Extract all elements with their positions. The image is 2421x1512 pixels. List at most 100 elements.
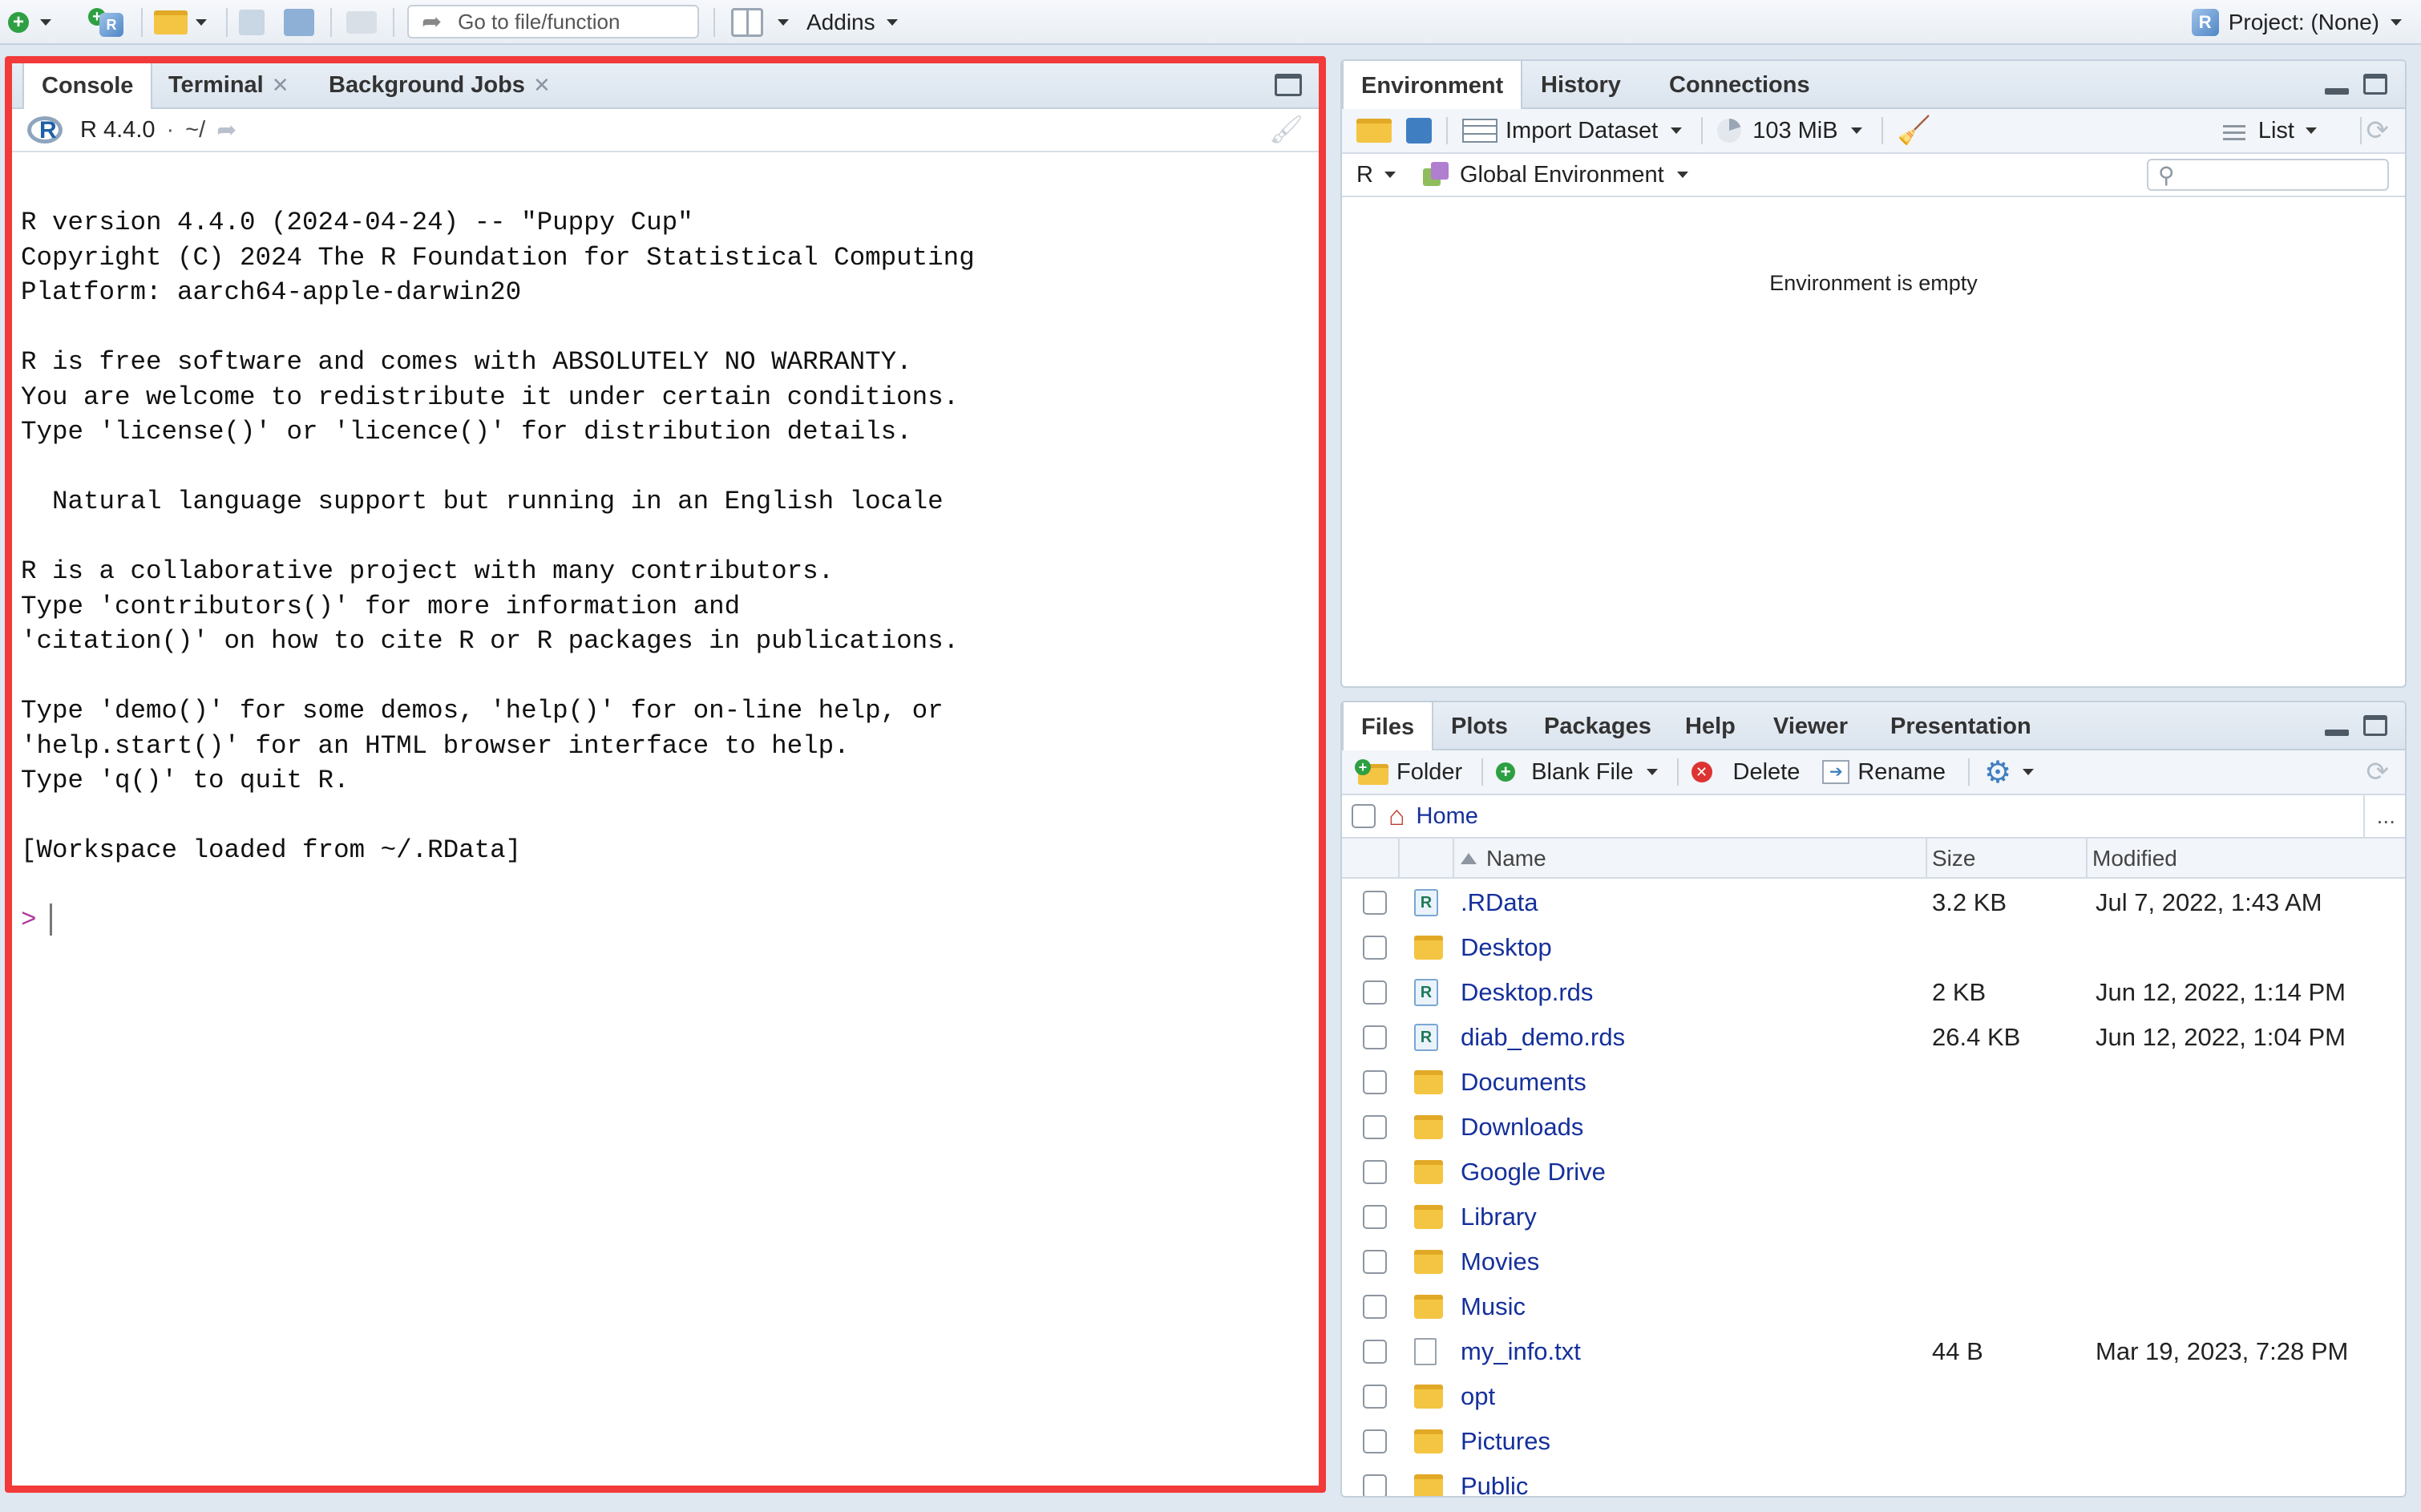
tab-help[interactable]: Help: [1667, 702, 1753, 750]
tab-label: Help: [1685, 713, 1736, 739]
file-row[interactable]: Documents: [1342, 1060, 2405, 1105]
print-button[interactable]: [346, 6, 377, 38]
scope-dropdown[interactable]: Global Environment: [1422, 162, 1688, 188]
select-all-checkbox[interactable]: [1352, 804, 1376, 828]
file-name-link[interactable]: Pictures: [1461, 1427, 1550, 1456]
tab-packages[interactable]: Packages: [1526, 702, 1669, 750]
maximize-pane-icon[interactable]: [2363, 74, 2387, 95]
tab-plots[interactable]: Plots: [1433, 702, 1526, 750]
file-row[interactable]: Google Drive: [1342, 1150, 2405, 1195]
save-button[interactable]: [239, 6, 265, 38]
file-checkbox[interactable]: [1363, 936, 1387, 960]
save-all-icon: [284, 9, 314, 36]
file-row[interactable]: Pictures: [1342, 1419, 2405, 1464]
goto-file-input[interactable]: ➦ Go to file/function: [407, 5, 699, 38]
file-name-link[interactable]: Google Drive: [1461, 1158, 1606, 1187]
new-project-button[interactable]: + R: [88, 6, 125, 38]
file-name-link[interactable]: Music: [1461, 1292, 1526, 1321]
file-checkbox[interactable]: [1363, 1295, 1387, 1319]
project-menu[interactable]: R Project: (None): [2191, 6, 2402, 38]
file-row[interactable]: Rdiab_demo.rds 26.4 KB Jun 12, 2022, 1:04 …: [1342, 1015, 2405, 1060]
new-file-button[interactable]: +: [8, 6, 51, 38]
tab-connections[interactable]: Connections: [1651, 61, 1828, 109]
file-checkbox[interactable]: [1363, 1474, 1387, 1496]
file-name-link[interactable]: Downloads: [1461, 1113, 1583, 1142]
open-folder-icon: [154, 10, 188, 34]
file-name-link[interactable]: Library: [1461, 1203, 1537, 1231]
file-row[interactable]: Movies: [1342, 1239, 2405, 1284]
tab-viewer[interactable]: Viewer: [1756, 702, 1865, 750]
column-name[interactable]: Name: [1461, 846, 1546, 871]
toolbar-separator: [1481, 758, 1484, 786]
refresh-icon[interactable]: ⟳: [2366, 756, 2390, 788]
file-row[interactable]: R .RData 3.2 KB Jul 7, 2022, 1:43 AM: [1342, 880, 2405, 925]
environment-scope-bar: R Global Environment ⚲: [1342, 154, 2405, 197]
new-folder-icon: +: [1355, 759, 1388, 785]
load-workspace-icon[interactable]: [1356, 119, 1392, 143]
rename-button[interactable]: ➔ Rename: [1822, 759, 1946, 786]
save-all-button[interactable]: [284, 6, 314, 38]
broom-icon[interactable]: 🧹: [1898, 115, 1931, 147]
file-name-link[interactable]: opt: [1461, 1382, 1495, 1411]
file-name-link[interactable]: my_info.txt: [1461, 1337, 1581, 1366]
new-project-icon: + R: [88, 8, 125, 37]
tab-presentation[interactable]: Presentation: [1873, 702, 2049, 750]
tab-label: Files: [1361, 714, 1415, 740]
file-row[interactable]: my_info.txt 44 B Mar 19, 2023, 7:28 PM: [1342, 1329, 2405, 1374]
file-checkbox[interactable]: [1363, 980, 1387, 1005]
more-dots-button[interactable]: ...: [2377, 803, 2395, 829]
file-checkbox[interactable]: [1363, 1025, 1387, 1049]
tab-environment[interactable]: Environment: [1342, 61, 1523, 111]
environment-tabbar: Environment History Connections: [1342, 61, 2405, 111]
file-name-link[interactable]: Public: [1461, 1472, 1528, 1496]
breadcrumb-home[interactable]: Home: [1417, 803, 1478, 830]
file-name-link[interactable]: Documents: [1461, 1068, 1586, 1097]
open-file-button[interactable]: [154, 6, 207, 38]
pane-layout-button[interactable]: [731, 6, 789, 38]
file-row[interactable]: Desktop: [1342, 925, 2405, 970]
tab-history[interactable]: History: [1523, 61, 1639, 109]
file-checkbox[interactable]: [1363, 1070, 1387, 1094]
file-row[interactable]: Music: [1342, 1284, 2405, 1329]
file-checkbox[interactable]: [1363, 1115, 1387, 1139]
language-dropdown[interactable]: R: [1356, 162, 1396, 188]
more-options-button[interactable]: ⚙: [1984, 754, 2035, 790]
column-modified[interactable]: Modified: [2092, 846, 2177, 871]
file-name-link[interactable]: Desktop.rds: [1461, 978, 1593, 1007]
file-name-link[interactable]: Movies: [1461, 1247, 1539, 1276]
file-name-link[interactable]: .RData: [1461, 888, 1538, 917]
tab-files[interactable]: Files: [1342, 702, 1434, 752]
file-name-link[interactable]: diab_demo.rds: [1461, 1023, 1625, 1052]
file-row[interactable]: Public: [1342, 1464, 2405, 1496]
toolbar-separator: [1967, 758, 1970, 786]
file-row[interactable]: opt: [1342, 1374, 2405, 1419]
maximize-pane-icon[interactable]: [2363, 715, 2387, 736]
memory-usage-button[interactable]: 103 MiB: [1717, 118, 1862, 144]
column-size[interactable]: Size: [1932, 846, 1975, 871]
minimize-pane-icon[interactable]: [2325, 730, 2349, 736]
file-checkbox[interactable]: [1363, 891, 1387, 915]
environment-search-input[interactable]: ⚲: [2147, 159, 2389, 191]
import-dataset-button[interactable]: Import Dataset: [1462, 118, 1683, 144]
delete-button[interactable]: ✕ Delete: [1691, 759, 1800, 786]
file-checkbox[interactable]: [1363, 1250, 1387, 1274]
blank-file-label: Blank File: [1531, 758, 1634, 785]
file-row[interactable]: Downloads: [1342, 1105, 2405, 1150]
file-row[interactable]: R Desktop.rds 2 KB Jun 12, 2022, 1:14 PM: [1342, 970, 2405, 1015]
new-folder-button[interactable]: + Folder: [1355, 759, 1462, 786]
file-checkbox[interactable]: [1363, 1385, 1387, 1409]
view-mode-button[interactable]: List: [2222, 118, 2317, 144]
file-checkbox[interactable]: [1363, 1429, 1387, 1453]
file-checkbox[interactable]: [1363, 1205, 1387, 1229]
file-checkbox[interactable]: [1363, 1160, 1387, 1184]
goto-placeholder: Go to file/function: [458, 9, 620, 34]
minimize-pane-icon[interactable]: [2325, 88, 2349, 95]
save-workspace-icon[interactable]: [1406, 118, 1432, 144]
blank-file-button[interactable]: + Blank File: [1496, 758, 1658, 786]
file-row[interactable]: Library: [1342, 1195, 2405, 1239]
addins-menu[interactable]: Addins: [806, 6, 898, 38]
refresh-icon[interactable]: ⟳: [2366, 115, 2390, 147]
chevron-down-icon: [1676, 172, 1688, 178]
file-name-link[interactable]: Desktop: [1461, 933, 1552, 962]
file-checkbox[interactable]: [1363, 1340, 1387, 1364]
